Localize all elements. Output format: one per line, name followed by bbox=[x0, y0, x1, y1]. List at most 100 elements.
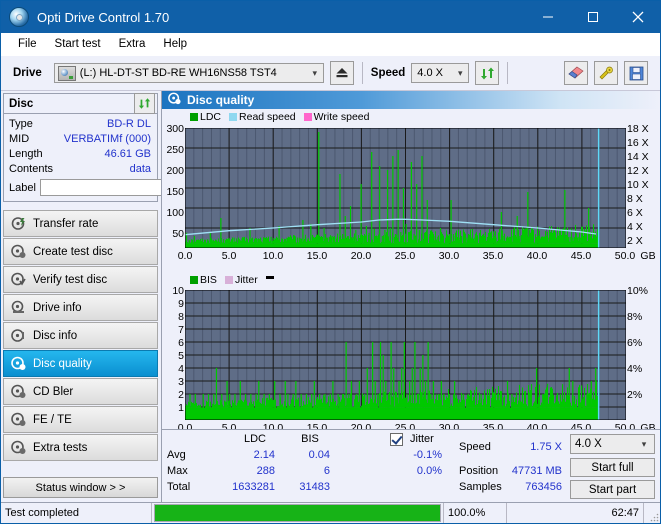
bottom-chart-plot bbox=[185, 290, 626, 420]
stats-avg-bis: 0.04 bbox=[280, 449, 330, 461]
test-speed-value: 4.0 X bbox=[575, 438, 602, 450]
sidebar-item-disc-quality[interactable]: Disc quality bbox=[3, 350, 158, 377]
disc-row-value: VERBATIMf (000) bbox=[64, 133, 151, 145]
drive-icon bbox=[58, 66, 76, 81]
disc-row-mid: MID VERBATIMf (000) bbox=[9, 131, 151, 146]
sidebar-item-extra-tests[interactable]: Extra tests bbox=[3, 434, 158, 461]
sidebar-item-disc-info[interactable]: Disc info bbox=[3, 322, 158, 349]
top-y2-tick: 4 X bbox=[627, 221, 643, 233]
top-x-tick: 15.0 bbox=[303, 250, 331, 262]
refresh-button[interactable] bbox=[475, 61, 499, 85]
menu-item-start-test[interactable]: Start test bbox=[46, 36, 110, 52]
stats-max-bis: 6 bbox=[280, 465, 330, 477]
chevron-down-icon: ▾ bbox=[307, 68, 323, 79]
tools-button[interactable] bbox=[594, 61, 618, 85]
sidebar-item-fe-te[interactable]: FE / TE bbox=[3, 406, 158, 433]
top-x-unit: GB bbox=[638, 250, 658, 262]
top-y-tick: 150 bbox=[161, 186, 184, 198]
eject-button[interactable] bbox=[330, 61, 354, 85]
top-x-tick: 35.0 bbox=[479, 250, 507, 262]
bot-y2-tick: 6% bbox=[627, 337, 642, 349]
test-speed-select[interactable]: 4.0 X ▾ bbox=[570, 434, 655, 454]
sidebar-item-drive-info[interactable]: Drive info bbox=[3, 294, 158, 321]
progress-percent: 100.0% bbox=[443, 503, 507, 523]
sidebar-item-label: Extra tests bbox=[33, 442, 87, 454]
bot-y-tick: 9 bbox=[161, 298, 184, 310]
close-icon[interactable] bbox=[615, 1, 660, 33]
disc-row-value: 46.61 GB bbox=[105, 148, 151, 160]
maximize-icon[interactable] bbox=[570, 1, 615, 33]
top-y-tick: 250 bbox=[161, 144, 184, 156]
disc-row-key: Contents bbox=[9, 163, 53, 175]
sidebar-item-cd-bler[interactable]: CD Bler bbox=[3, 378, 158, 405]
disc-create-icon bbox=[11, 244, 26, 259]
speed-stat-value: 1.75 X bbox=[507, 441, 562, 453]
top-y2-tick: 10 X bbox=[627, 179, 649, 191]
sidebar-item-label: Verify test disc bbox=[33, 274, 107, 286]
fe-te-icon bbox=[11, 412, 26, 427]
disc-row-key: Type bbox=[9, 118, 33, 130]
bot-y-tick: 3 bbox=[161, 376, 184, 388]
menu-item-file[interactable]: File bbox=[9, 36, 46, 52]
top-y-tick: 200 bbox=[161, 165, 184, 177]
top-x-tick: 5.0 bbox=[215, 250, 243, 262]
bot-y-tick: 6 bbox=[161, 337, 184, 349]
legend-label: BIS bbox=[200, 274, 217, 286]
save-button[interactable] bbox=[624, 61, 648, 85]
speed-select[interactable]: 4.0 X ▾ bbox=[411, 63, 469, 83]
drive-select[interactable]: (L:) HL-DT-ST BD-RE WH16NS58 TST4 ▾ bbox=[54, 63, 324, 83]
content-pane: Disc quality LDC Read speed bbox=[161, 91, 660, 502]
disc-verify-icon bbox=[11, 272, 26, 287]
title-bar: Opti Drive Control 1.70 bbox=[1, 1, 660, 33]
top-y2-tick: 8 X bbox=[627, 193, 643, 205]
disc-row-length: Length 46.61 GB bbox=[9, 146, 151, 161]
disc-panel-header: Disc bbox=[4, 94, 157, 114]
bot-y-tick: 4 bbox=[161, 363, 184, 375]
bot-y-tick: 5 bbox=[161, 350, 184, 362]
sidebar-item-label: FE / TE bbox=[33, 414, 72, 426]
legend-item-jitter: Jitter bbox=[225, 274, 258, 286]
top-x-tick: 20.0 bbox=[347, 250, 375, 262]
stats-avg-jitter: -0.1% bbox=[377, 449, 442, 461]
sidebar-item-verify-test-disc[interactable]: Verify test disc bbox=[3, 266, 158, 293]
chevron-down-icon: ▾ bbox=[452, 68, 468, 79]
erase-button[interactable] bbox=[564, 61, 588, 85]
sidebar-item-label: Transfer rate bbox=[33, 218, 98, 230]
sidebar-item-label: Disc quality bbox=[33, 358, 92, 370]
drive-toolbar: Drive (L:) HL-DT-ST BD-RE WH16NS58 TST4 … bbox=[1, 56, 660, 91]
top-x-tick: 25.0 bbox=[391, 250, 419, 262]
top-y2-tick: 12 X bbox=[627, 165, 649, 177]
start-full-button[interactable]: Start full bbox=[570, 458, 655, 477]
stats-total-bis: 31483 bbox=[275, 481, 330, 493]
bot-y-tick: 8 bbox=[161, 311, 184, 323]
disc-info-list: Type BD-R DL MID VERBATIMf (000) Length … bbox=[4, 114, 157, 201]
sidebar-item-label: Create test disc bbox=[33, 246, 113, 258]
menu-item-extra[interactable]: Extra bbox=[110, 36, 155, 52]
minimize-icon[interactable] bbox=[525, 1, 570, 33]
menu-item-help[interactable]: Help bbox=[154, 36, 196, 52]
disc-label-key: Label bbox=[9, 182, 36, 194]
sidebar-item-transfer-rate[interactable]: Transfer rate bbox=[3, 210, 158, 237]
status-bar: Test completed 100.0% 62:47 bbox=[1, 502, 660, 523]
extra-tests-icon bbox=[11, 440, 26, 455]
start-part-button[interactable]: Start part bbox=[570, 480, 655, 499]
jitter-checkbox[interactable] bbox=[390, 433, 403, 446]
disc-row-value: data bbox=[130, 163, 151, 175]
top-y2-tick: 2 X bbox=[627, 235, 643, 247]
disc-refresh-button[interactable] bbox=[134, 93, 155, 114]
resize-grip[interactable] bbox=[644, 503, 660, 523]
sidebar-item-create-test-disc[interactable]: Create test disc bbox=[3, 238, 158, 265]
bot-y2-tick: 4% bbox=[627, 363, 642, 375]
status-window-button[interactable]: Status window > > bbox=[3, 477, 158, 498]
drive-label: Drive bbox=[13, 67, 42, 79]
window-controls bbox=[525, 1, 660, 33]
top-x-tick: 45.0 bbox=[567, 250, 595, 262]
stats-max-jitter: 0.0% bbox=[377, 465, 442, 477]
legend-item-bis: BIS bbox=[190, 274, 217, 286]
disc-icon bbox=[9, 7, 29, 27]
top-chart: LDC Read speed Write speed 300 250 bbox=[162, 109, 660, 257]
legend-label: LDC bbox=[200, 111, 221, 123]
top-x-tick: 0.0 bbox=[171, 250, 199, 262]
legend-label: Read speed bbox=[239, 111, 296, 123]
stats-max-ldc: 288 bbox=[225, 465, 275, 477]
